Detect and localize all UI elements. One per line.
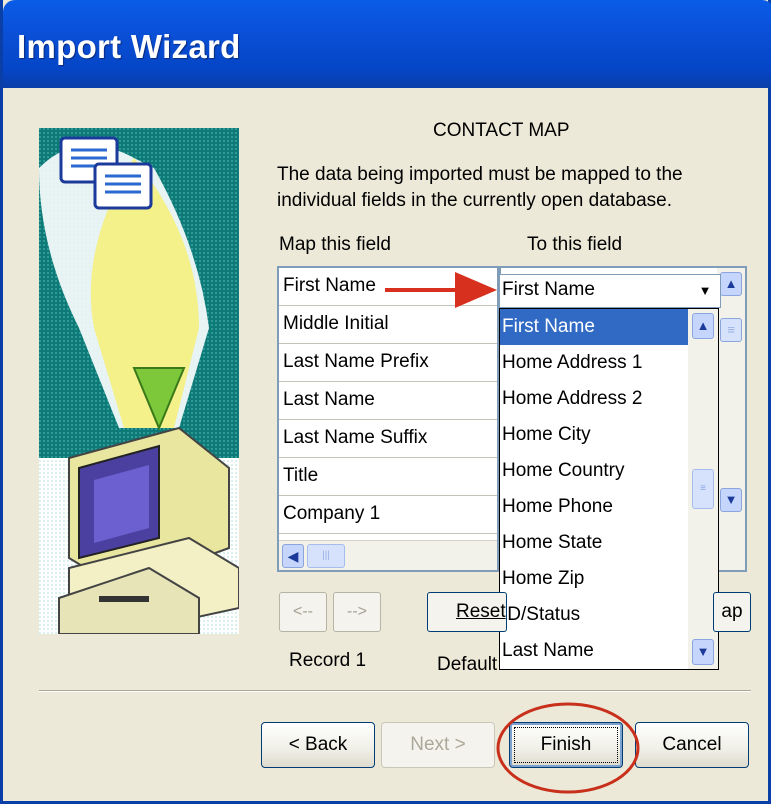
scroll-down-icon[interactable]: ▼	[720, 488, 742, 512]
target-field-dropdown[interactable]: First Name Home Address 1 Home Address 2…	[499, 308, 719, 670]
dropdown-scroll-thumb[interactable]: ≡	[692, 469, 714, 509]
reset-button-label: Reset	[456, 601, 506, 622]
dropdown-option[interactable]: Home Address 2	[500, 381, 688, 417]
next-record-button[interactable]: -->	[333, 592, 381, 632]
divider	[39, 690, 751, 692]
scroll-left-icon[interactable]: ◀	[282, 544, 304, 568]
target-field-combobox[interactable]: First Name ▼	[499, 274, 721, 308]
dropdown-option[interactable]: Last Name	[500, 633, 688, 669]
back-button[interactable]: < Back	[261, 722, 375, 768]
source-field-row[interactable]: Title	[279, 458, 497, 496]
dropdown-option[interactable]: Home Country	[500, 453, 688, 489]
vertical-scroll-thumb[interactable]: ≡	[720, 318, 742, 342]
dropdown-option[interactable]: Home State	[500, 525, 688, 561]
record-label: Record 1	[289, 650, 367, 671]
source-field-row[interactable]: Last Name Prefix	[279, 344, 497, 382]
cancel-button[interactable]: Cancel	[635, 722, 749, 768]
target-field-value: First Name	[502, 279, 595, 300]
wizard-illustration	[39, 128, 239, 634]
map-this-field-label: Map this field	[279, 234, 391, 255]
default-label: Default	[437, 654, 498, 675]
description-text: The data being imported must be mapped t…	[277, 164, 683, 211]
window-title: Import Wizard	[17, 28, 241, 65]
title-bar[interactable]: Import Wizard	[3, 0, 771, 88]
source-field-row[interactable]: Company 1	[279, 496, 497, 534]
dropdown-scroll-up-icon[interactable]: ▲	[692, 313, 714, 339]
dropdown-option[interactable]: Home Phone	[500, 489, 688, 525]
map-button[interactable]: ap	[713, 592, 751, 632]
reset-button[interactable]: Reset	[427, 592, 507, 632]
scroll-up-icon[interactable]: ▲	[720, 272, 742, 296]
dropdown-option[interactable]: Home Address 1	[500, 345, 688, 381]
red-arrow-annotation-icon	[385, 272, 497, 308]
import-wizard-window: Import Wizard CONTACT MAP The data being…	[0, 0, 771, 804]
dropdown-arrow-icon[interactable]: ▼	[692, 277, 718, 305]
dropdown-option[interactable]: Home Zip	[500, 561, 688, 597]
horizontal-scroll-thumb[interactable]: |||	[307, 544, 345, 568]
dropdown-scroll-down-icon[interactable]: ▼	[692, 639, 714, 665]
to-this-field-label: To this field	[527, 234, 623, 255]
dropdown-option[interactable]: ID/Status	[500, 597, 688, 633]
section-title: CONTACT MAP	[433, 120, 570, 141]
source-field-row[interactable]: Last Name Suffix	[279, 420, 497, 458]
target-vertical-scrollbar[interactable]: ▲ ≡ ▼	[717, 268, 745, 570]
next-button[interactable]: Next >	[381, 722, 495, 768]
dropdown-option[interactable]: First Name	[500, 309, 688, 345]
red-ellipse-annotation-icon	[496, 702, 640, 794]
previous-record-button[interactable]: <--	[279, 592, 327, 632]
horizontal-scrollbar[interactable]: ◀ |||	[279, 540, 497, 570]
source-field-row[interactable]: Last Name	[279, 382, 497, 420]
dropdown-option[interactable]: Home City	[500, 417, 688, 453]
computer-import-illustration	[39, 128, 239, 634]
